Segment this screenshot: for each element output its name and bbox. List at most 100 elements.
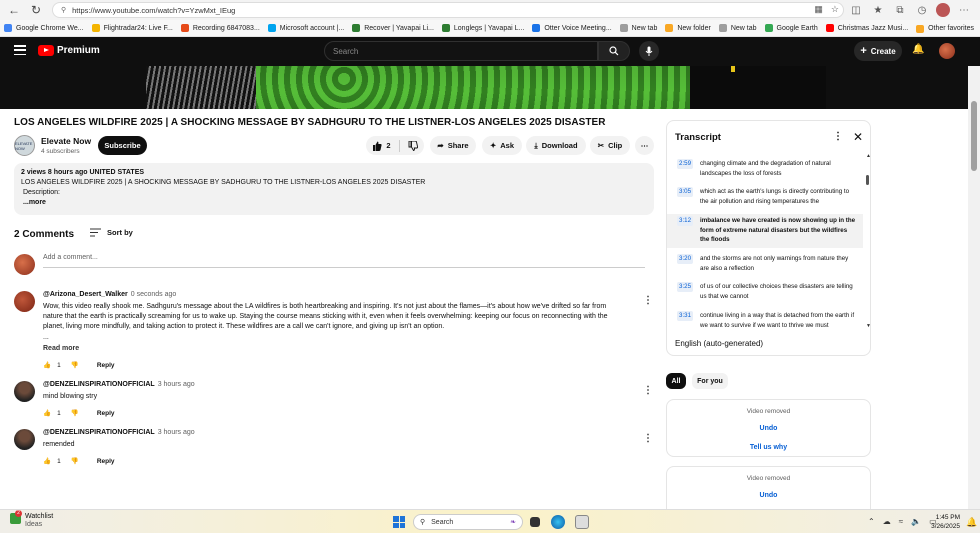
thumbs-down-icon[interactable]: 👎: [71, 361, 79, 369]
video-player[interactable]: [0, 66, 968, 109]
favorites-icon[interactable]: ★: [870, 2, 886, 18]
undo-button[interactable]: Undo: [667, 492, 870, 499]
thumbs-down-icon[interactable]: 👎: [71, 457, 79, 465]
comment-time[interactable]: 0 seconds ago: [131, 291, 177, 298]
edge-browser-icon[interactable]: [551, 515, 565, 529]
task-view-icon[interactable]: [530, 517, 540, 527]
bookmark-item[interactable]: Recording 6847083...: [180, 24, 260, 32]
reply-button[interactable]: Reply: [97, 410, 115, 417]
commenter-avatar[interactable]: [14, 291, 35, 312]
timestamp[interactable]: 3:05: [677, 187, 694, 197]
timestamp[interactable]: 3:20: [677, 254, 694, 264]
other-favorites[interactable]: Other favorites: [916, 20, 974, 36]
transcript-segment[interactable]: 3:31 continue living in a way that is det…: [667, 309, 863, 343]
address-bar[interactable]: ⚲ https://www.youtube.com/watch?v=YzwMxt…: [52, 2, 844, 18]
cloud-icon[interactable]: ☁: [883, 517, 891, 526]
description-box[interactable]: 2 views 8 hours ago UNITED STATES LOS AN…: [14, 163, 654, 215]
thumbs-up-icon[interactable]: 👍: [43, 361, 51, 369]
mic-button[interactable]: [639, 41, 659, 61]
bookmark-item[interactable]: New tab: [619, 24, 657, 32]
menu-icon[interactable]: ⋯: [956, 2, 972, 18]
transcript-segment[interactable]: 3:12 imbalance we have created is now sho…: [667, 214, 863, 248]
bookmark-item[interactable]: Christmas Jazz Musi...: [825, 24, 908, 32]
bookmark-item[interactable]: Google Earth: [764, 24, 818, 32]
video-removed-label: Video removed: [746, 475, 791, 482]
back-arrow-icon[interactable]: ←: [4, 0, 24, 20]
bookmark-item[interactable]: Recover | Yavapai Li...: [352, 24, 434, 32]
create-button[interactable]: + Create: [854, 41, 902, 61]
close-icon[interactable]: ✕: [853, 130, 863, 144]
comment-author[interactable]: @DENZELINSPIRATIONOFFICIAL: [43, 429, 155, 436]
wifi-icon[interactable]: ≈: [899, 517, 903, 526]
notifications-bell-icon[interactable]: 🔔: [912, 44, 924, 55]
refresh-icon[interactable]: ↻: [26, 0, 46, 20]
page-scrollbar[interactable]: [968, 66, 980, 509]
bookmark-item[interactable]: Microsoft account |...: [267, 24, 344, 32]
commenter-avatar[interactable]: [14, 429, 35, 450]
split-screen-icon[interactable]: ◫: [848, 2, 864, 18]
chevron-up-icon[interactable]: ⌃: [868, 517, 875, 526]
reply-button[interactable]: Reply: [97, 362, 115, 369]
bookmark-item[interactable]: Flightradar24: Live F...: [91, 24, 173, 32]
comment-time[interactable]: 3 hours ago: [158, 429, 195, 436]
grid-icon[interactable]: ▦: [814, 4, 823, 15]
comment-menu-icon[interactable]: ⋮: [643, 434, 653, 444]
add-comment-input[interactable]: Add a comment...: [43, 254, 645, 268]
subscribe-button[interactable]: Subscribe: [98, 136, 147, 155]
taskbar-search[interactable]: ⚲ Search ❧: [413, 514, 523, 530]
comment-author[interactable]: @Arizona_Desert_Walker: [43, 291, 128, 298]
tell-us-why-button[interactable]: Tell us why: [667, 444, 870, 451]
timestamp[interactable]: 3:31: [677, 311, 694, 321]
channel-name[interactable]: Elevate Now: [41, 136, 91, 146]
transcript-menu-icon[interactable]: ⋮: [833, 131, 843, 142]
hamburger-menu-icon[interactable]: [14, 45, 26, 55]
history-icon[interactable]: ◷: [914, 2, 930, 18]
account-avatar[interactable]: [939, 43, 955, 59]
thumbs-up-icon[interactable]: 👍: [43, 457, 51, 465]
windows-start-icon[interactable]: [393, 516, 405, 528]
thumbs-up-icon[interactable]: 👍: [43, 409, 51, 417]
star-icon[interactable]: ☆: [831, 4, 839, 15]
undo-button[interactable]: Undo: [667, 425, 870, 432]
clip-button[interactable]: ✂ Clip: [590, 136, 630, 155]
read-more-link[interactable]: Read more: [43, 345, 79, 352]
timestamp[interactable]: 3:25: [677, 282, 694, 292]
comment-time[interactable]: 3 hours ago: [158, 381, 195, 388]
thumbs-down-icon[interactable]: [408, 140, 418, 151]
app-icon[interactable]: [575, 515, 589, 529]
youtube-logo[interactable]: Premium: [38, 45, 100, 56]
thumbs-down-icon[interactable]: 👎: [71, 409, 79, 417]
profile-avatar[interactable]: [936, 3, 950, 17]
show-more-link[interactable]: ...more: [21, 198, 647, 208]
timestamp[interactable]: 2:59: [677, 159, 694, 169]
chip-all[interactable]: All: [666, 373, 686, 389]
bookmark-item[interactable]: New tab: [718, 24, 757, 32]
share-button[interactable]: ➦ Share: [430, 136, 476, 155]
comment-author[interactable]: @DENZELINSPIRATIONOFFICIAL: [43, 381, 155, 388]
collections-icon[interactable]: ⧉: [892, 2, 908, 18]
bookmark-item[interactable]: Otter Voice Meeting...: [532, 24, 612, 32]
sort-by-button[interactable]: Sort by: [90, 228, 133, 237]
commenter-avatar[interactable]: [14, 381, 35, 402]
bookmark-item[interactable]: Google Chrome We...: [4, 24, 84, 32]
watchlist-widget[interactable]: 2 Watchlist Ideas: [10, 510, 53, 529]
volume-icon[interactable]: 🔈: [911, 517, 921, 526]
reply-button[interactable]: Reply: [97, 458, 115, 465]
comment-menu-icon[interactable]: ⋮: [643, 386, 653, 396]
like-button[interactable]: 2: [372, 141, 391, 151]
timestamp[interactable]: 3:12: [677, 216, 694, 226]
transcript-scrollbar[interactable]: ▲ ▼: [866, 153, 871, 333]
notification-icon[interactable]: 🔔: [966, 517, 977, 528]
transcript-language[interactable]: English (auto-generated): [675, 339, 763, 348]
ask-button[interactable]: ✦ Ask: [482, 136, 522, 155]
comment-menu-icon[interactable]: ⋮: [643, 296, 653, 306]
bookmark-item[interactable]: New folder: [665, 24, 711, 32]
channel-avatar[interactable]: ELEVATE NOW: [14, 135, 35, 156]
more-actions-button[interactable]: ⋯: [635, 136, 654, 155]
clock[interactable]: 1:45 PM 3/26/2025: [924, 513, 960, 531]
search-input[interactable]: Search: [324, 41, 598, 61]
search-button[interactable]: [598, 41, 630, 61]
chip-for-you[interactable]: For you: [692, 373, 728, 389]
bookmark-item[interactable]: Longlegs | Yavapai L...: [441, 24, 524, 32]
download-button[interactable]: ⤓ Download: [526, 136, 586, 155]
